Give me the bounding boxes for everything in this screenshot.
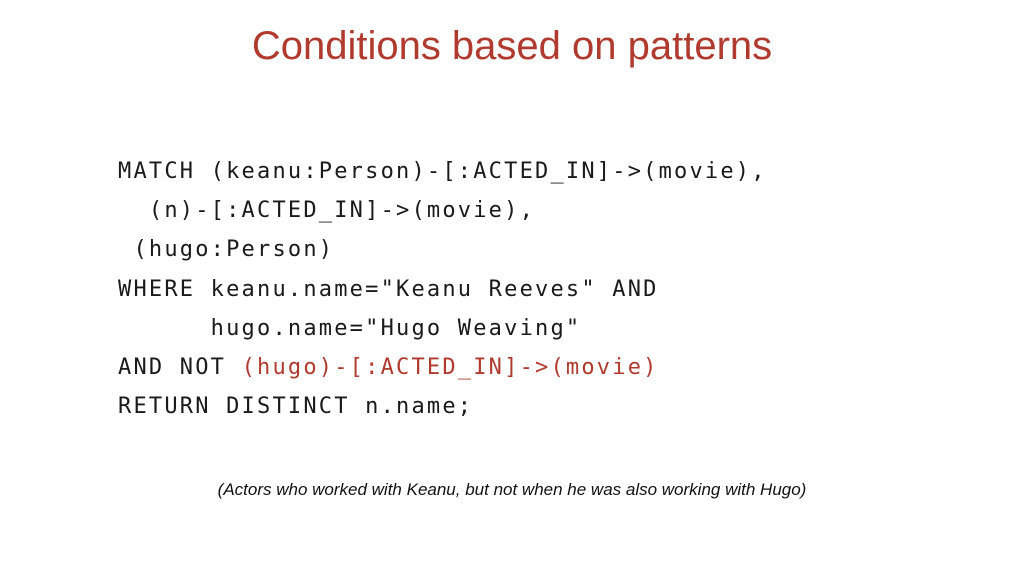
code-line: RETURN DISTINCT n.name; xyxy=(118,387,767,426)
code-line: MATCH (keanu:Person)-[:ACTED_IN]->(movie… xyxy=(118,152,767,191)
code-text: hugo.name="Hugo Weaving" xyxy=(118,315,582,341)
code-text: (hugo:Person) xyxy=(118,237,335,263)
code-line: hugo.name="Hugo Weaving" xyxy=(118,309,767,348)
code-text: RETURN DISTINCT n.name; xyxy=(118,394,474,420)
code-text: AND NOT xyxy=(118,354,242,380)
highlighted-pattern: (hugo)-[:ACTED_IN]->(movie) xyxy=(241,354,659,380)
code-line: WHERE keanu.name="Keanu Reeves" AND xyxy=(118,270,767,309)
slide-caption: (Actors who worked with Keanu, but not w… xyxy=(217,480,807,499)
cypher-code-block: MATCH (keanu:Person)-[:ACTED_IN]->(movie… xyxy=(118,152,767,426)
code-line: (hugo:Person) xyxy=(118,230,767,269)
slide: Conditions based on patterns MATCH (kean… xyxy=(0,0,1024,576)
code-text: MATCH (keanu:Person)-[:ACTED_IN]->(movie… xyxy=(118,159,767,184)
code-line: (n)-[:ACTED_IN]->(movie), xyxy=(118,191,767,230)
code-text: (n)-[:ACTED_IN]->(movie), xyxy=(118,198,536,224)
slide-title: Conditions based on patterns xyxy=(251,24,773,68)
code-line: AND NOT (hugo)-[:ACTED_IN]->(movie) xyxy=(118,348,767,387)
code-text: WHERE keanu.name="Keanu Reeves" AND xyxy=(118,276,659,302)
